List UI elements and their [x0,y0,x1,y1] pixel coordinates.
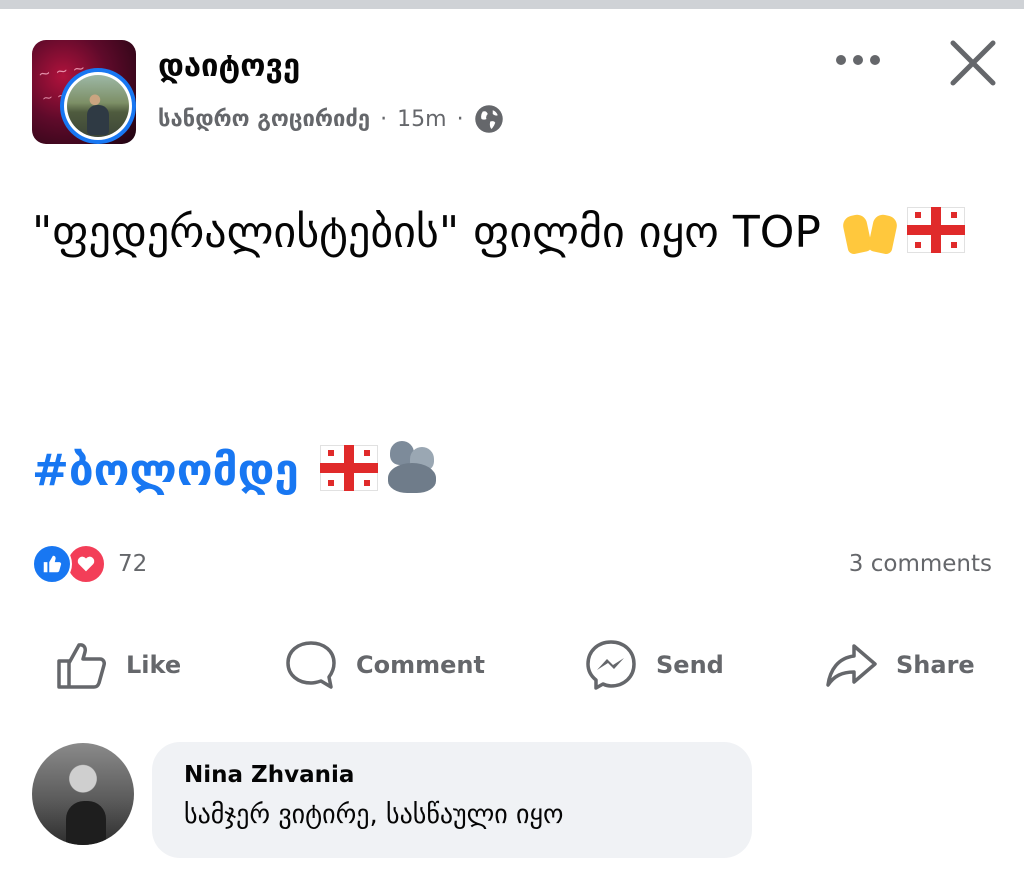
like-label: Like [126,651,182,679]
commenter-avatar[interactable] [32,743,134,845]
thumbs-up-icon [57,643,106,689]
post-text: "ფედერალისტების" ფილმი იყო TOP [32,190,972,276]
author-photo [67,75,129,137]
love-reaction-icon [66,544,106,584]
group-name[interactable]: დაიტოვე [158,48,300,84]
comment-text: სამჯერ ვიტირე, სასწაული იყო [184,800,564,830]
post-text-content: "ფედერალისტების" ფილმი იყო TOP [32,207,821,258]
more-options-button[interactable] [826,40,890,80]
comment-label: Comment [356,651,485,679]
people-hugging-emoji [384,437,440,495]
top-strip [0,0,1024,9]
reaction-count: 72 [118,551,148,577]
meta-separator: · [380,106,388,132]
post-actions: Like Comment Send Share [0,630,1024,700]
meta-separator: · [456,106,464,132]
hashtag-link[interactable]: #ბოლომდე [32,445,299,496]
share-label: Share [896,651,975,679]
more-dot-icon [853,55,863,65]
post-time[interactable]: 15m [397,107,446,132]
like-reaction-icon [32,544,72,584]
share-arrow-icon [826,644,877,687]
comment-button[interactable]: Comment [284,630,485,700]
like-button[interactable]: Like [54,630,181,700]
share-button[interactable]: Share [824,630,975,700]
author-avatar[interactable] [60,68,136,144]
author-name[interactable]: სანდრო გოცირიძე [158,107,370,132]
comment-bubble[interactable]: Nina Zhvania სამჯერ ვიტირე, სასწაული იყო [152,742,752,858]
hashtag-line: #ბოლომდე [32,428,440,514]
comment-author[interactable]: Nina Zhvania [184,762,720,788]
more-dot-icon [836,55,846,65]
messenger-icon [586,640,636,690]
raising-hands-emoji [841,205,901,256]
georgia-flag-emoji [906,207,965,253]
reactions-summary[interactable]: 72 [32,544,147,584]
send-label: Send [656,651,724,679]
send-button[interactable]: Send [584,630,724,700]
post-meta: სანდრო გოცირიძე · 15m · [158,104,504,134]
more-dot-icon [870,55,880,65]
close-icon[interactable] [944,34,1002,92]
comments-count[interactable]: 3 comments [849,551,992,577]
comment-bubble-icon [286,641,336,689]
globe-icon[interactable] [474,104,504,134]
georgia-flag-emoji [320,445,379,491]
